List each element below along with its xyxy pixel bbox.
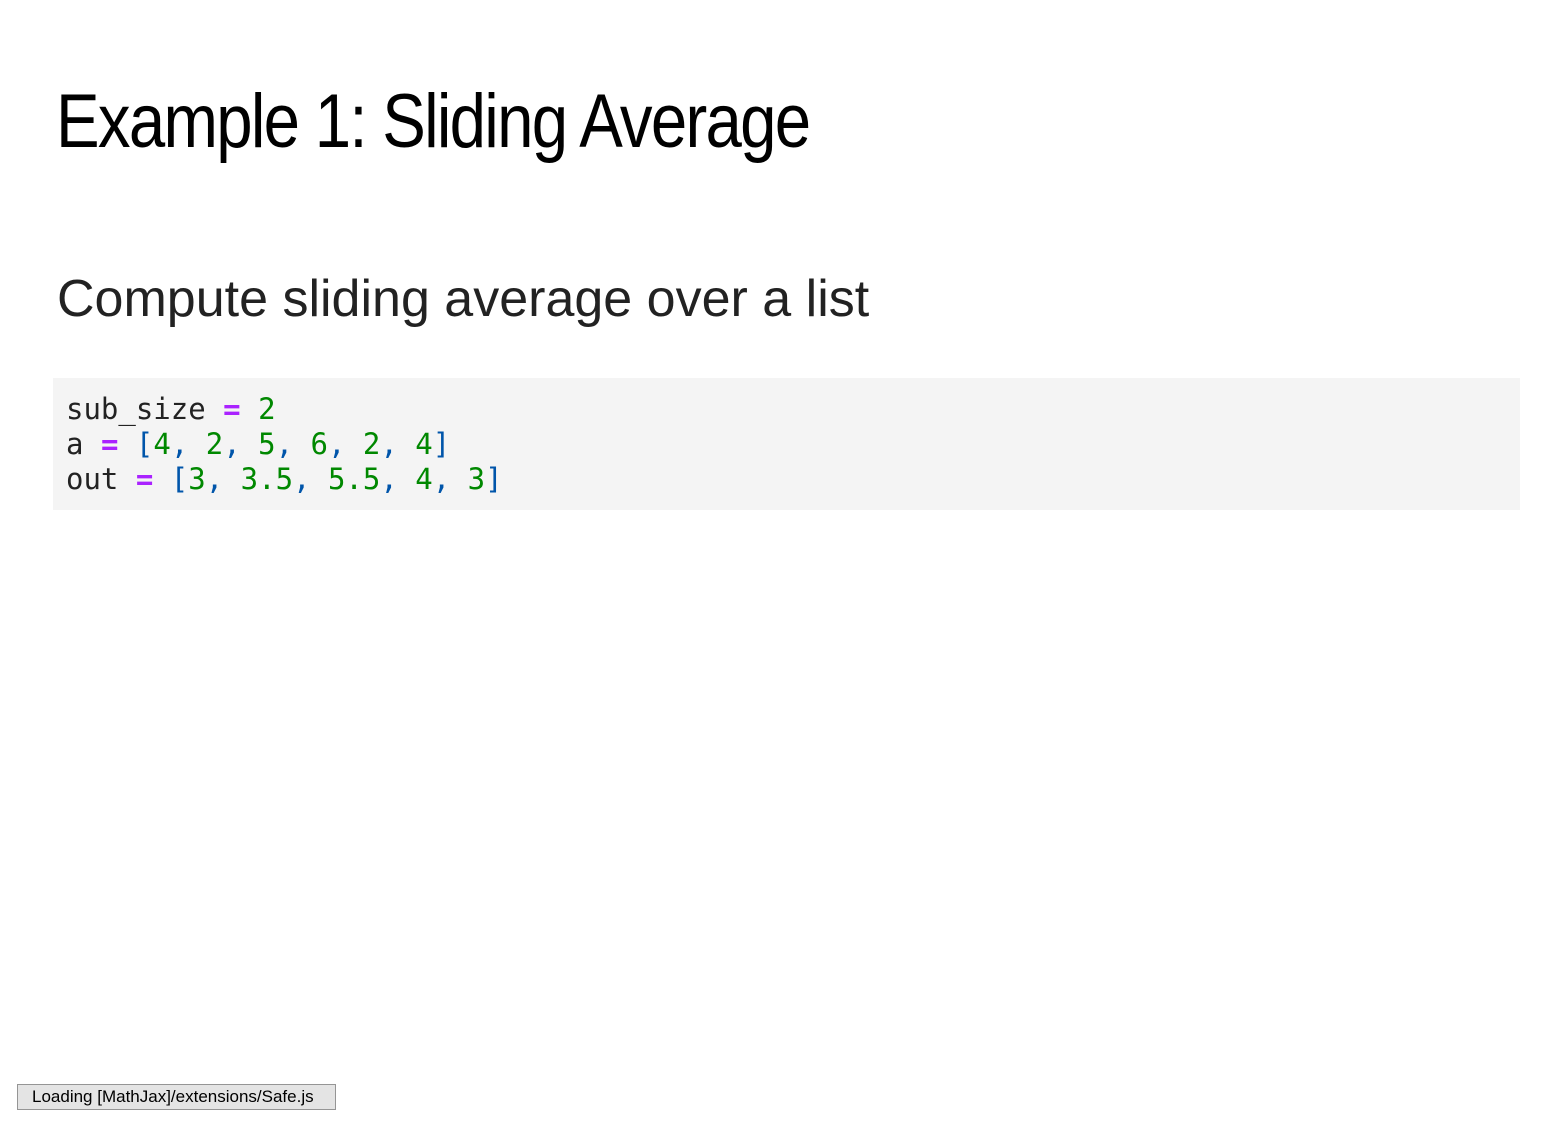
code-token-punct: [: [135, 427, 154, 461]
slide-subtitle: Compute sliding average over a list: [57, 270, 870, 328]
code-token-num: 2: [258, 392, 276, 426]
code-token-op: =: [100, 427, 119, 461]
code-token-num: 3: [188, 462, 206, 496]
code-token-name: out: [66, 462, 119, 496]
code-token-punct: ,: [380, 427, 416, 461]
code-token-name: a: [66, 427, 84, 461]
code-token-punct: ,: [327, 427, 363, 461]
code-token-punct: ,: [170, 427, 206, 461]
code-token-punct: ]: [485, 462, 503, 496]
code-token-op: =: [223, 392, 241, 426]
code-line: out = [3, 3.5, 5.5, 4, 3]: [66, 462, 1507, 497]
code-token-punct: [: [170, 462, 189, 496]
code-token-punct: ,: [223, 427, 259, 461]
code-line: a = [4, 2, 5, 6, 2, 4]: [66, 427, 1507, 462]
code-token-num: 5: [258, 427, 276, 461]
code-token-punct: ,: [205, 462, 241, 496]
code-token-num: 2: [205, 427, 224, 461]
code-token-punct: ]: [432, 427, 451, 461]
code-token-num: 3.5: [240, 462, 294, 496]
code-token-punct: ,: [293, 462, 328, 496]
code-token-num: 5.5: [327, 462, 381, 496]
code-token-op: =: [135, 462, 154, 496]
code-token-num: 6: [310, 427, 328, 461]
code-token-punct: ,: [275, 427, 311, 461]
code-token-punct: ,: [380, 462, 416, 496]
code-token-num: 2: [362, 427, 381, 461]
code-token-num: 4: [415, 462, 433, 496]
code-token-num: 3: [467, 462, 486, 496]
code-block: sub_size = 2a = [4, 2, 5, 6, 2, 4] out = …: [53, 378, 1520, 510]
code-line: sub_size = 2: [66, 392, 1507, 427]
code-token-punct: ,: [432, 462, 468, 496]
slide-title: Example 1: Sliding Average: [56, 79, 811, 164]
code-token-num: 4: [153, 427, 171, 461]
code-token-num: 4: [415, 427, 433, 461]
code-token-name: sub_size: [66, 392, 206, 426]
mathjax-loading-status: Loading [MathJax]/extensions/Safe.js: [17, 1084, 336, 1110]
